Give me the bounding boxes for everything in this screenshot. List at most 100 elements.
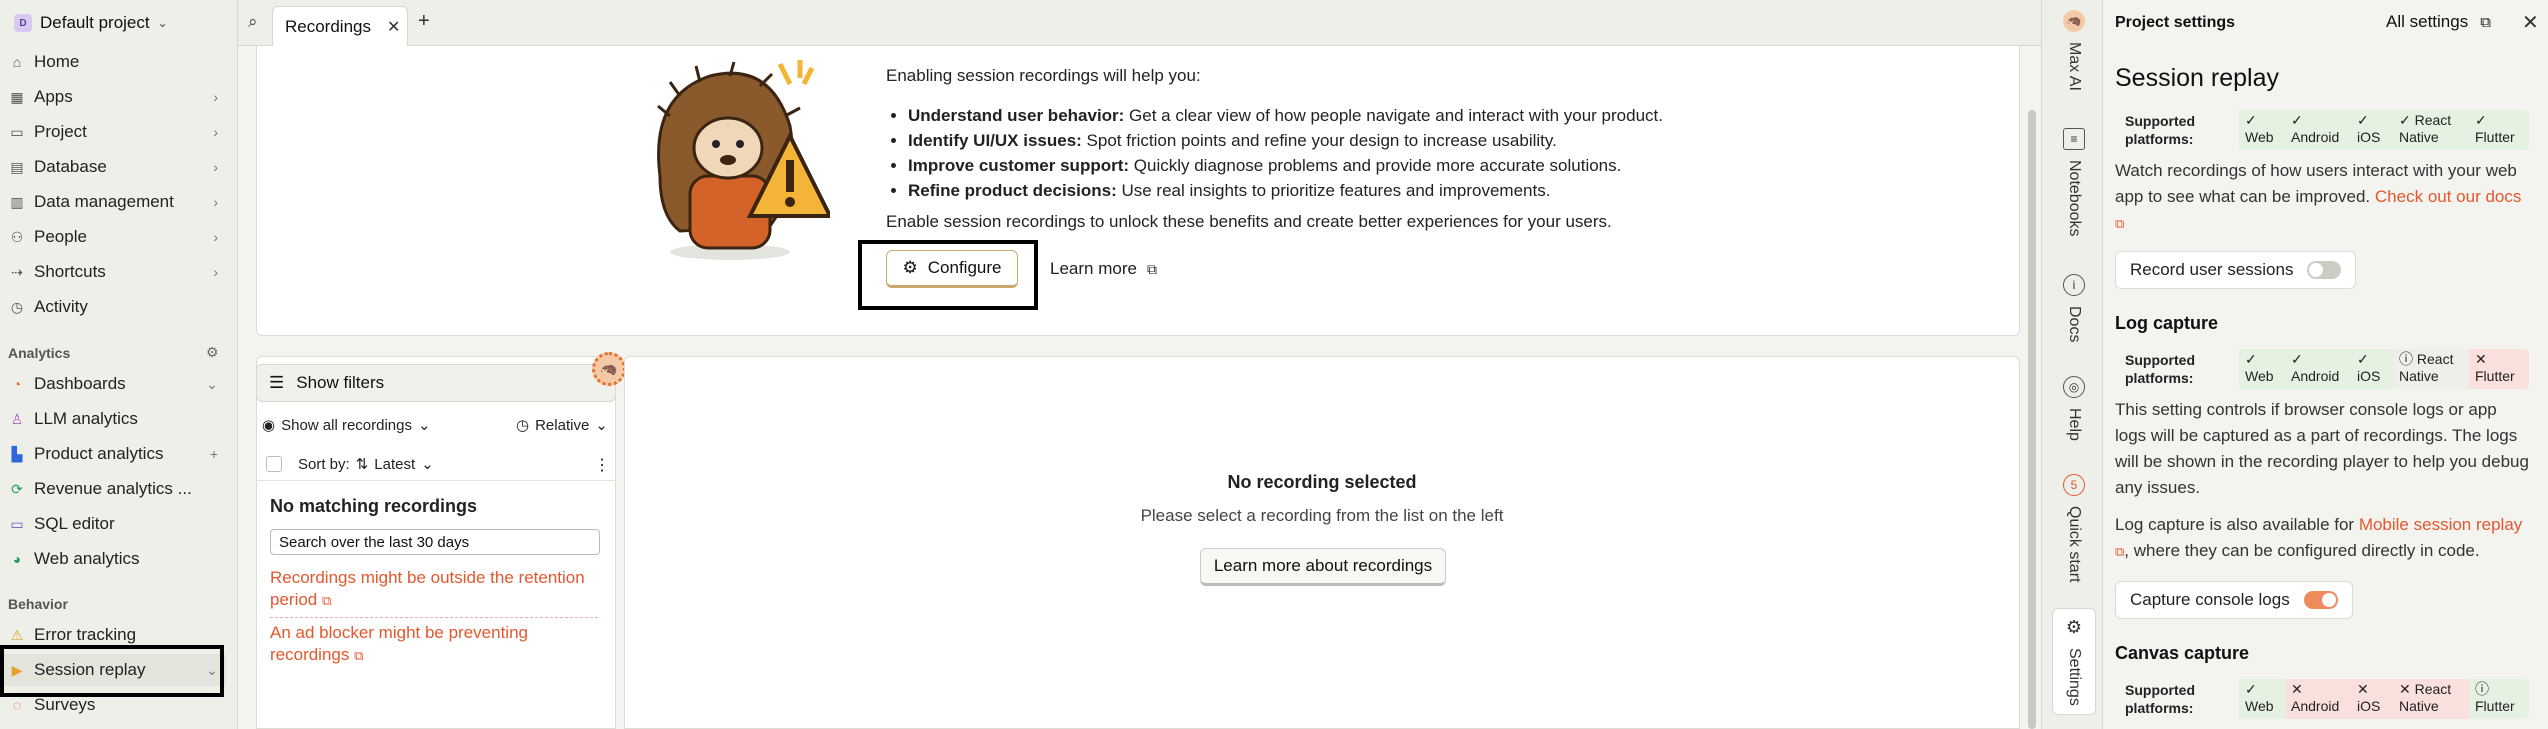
sidebar-item-project[interactable]: ▭ Project › — [0, 116, 226, 148]
recording-player-area — [624, 356, 2020, 729]
sidebar-item-sql-editor[interactable]: ▭ SQL editor — [0, 508, 226, 540]
tab-notebooks[interactable]: ≡ Notebooks — [2052, 128, 2096, 237]
replay-description: Watch recordings of how users interact w… — [2115, 161, 2522, 231]
no-recording-title: No recording selected — [1227, 472, 1417, 492]
all-settings-link[interactable]: All settings ⧉ — [2386, 12, 2491, 32]
chevron-right-icon: › — [213, 194, 218, 210]
sidebar-item-label: Product analytics — [34, 444, 164, 463]
chevron-down-icon: ⌄ — [157, 16, 168, 30]
project-switcher[interactable]: D Default project ⌄ — [8, 8, 174, 38]
log-supported-platforms: Supported platforms: ✓ Web ✓ Android ✓ i… — [2115, 349, 2529, 389]
platform-flutter: ✕ Flutter — [2469, 349, 2529, 389]
chevron-down-icon: ⌄ — [418, 417, 431, 434]
session-replay-title: Session replay — [2115, 64, 2279, 92]
platform-android: ✕ Android — [2285, 679, 2351, 719]
platform-react-native: ⓘ React Native — [2393, 349, 2469, 389]
learn-more-link[interactable]: Learn more ⧉ — [1050, 259, 1157, 279]
sort-row: Sort by: ⇅ Latest ⌄ — [266, 455, 434, 473]
warning-icon: ⚠ — [10, 626, 24, 643]
hedgehog-avatar[interactable]: 🦔 — [592, 352, 626, 386]
tab-label: Recordings — [285, 16, 371, 36]
show-all-recordings-dropdown[interactable]: ◉ Show all recordings ⌄ — [262, 416, 431, 435]
sidebar-item-home[interactable]: ⌂ Home — [0, 46, 226, 78]
tab-settings[interactable]: ⚙ Settings — [2052, 608, 2096, 715]
sidebar-item-llm-analytics[interactable]: ♙ LLM analytics — [0, 403, 226, 435]
settings-gear-icon[interactable]: ⚙ — [206, 344, 219, 361]
search-over-30-days-button[interactable]: Search over the last 30 days — [270, 529, 600, 555]
sort-icon: ⇅ — [355, 456, 369, 473]
section-label-analytics: Analytics — [8, 345, 71, 361]
web-analytics-icon: ◕ — [12, 551, 22, 567]
max-ai-avatar-icon: 🦔 — [2063, 10, 2085, 32]
sidebar-item-shortcuts[interactable]: ⇢ Shortcuts › — [0, 256, 226, 288]
chevron-down-icon: ⌄ — [206, 375, 218, 392]
learn-more-recordings-button[interactable]: Learn more about recordings — [1200, 548, 1446, 586]
select-all-checkbox[interactable] — [266, 456, 282, 472]
log-mobile-note: Log capture is also available for Mobile… — [2115, 515, 2523, 560]
platform-ios: ✓ iOS — [2351, 110, 2393, 150]
external-link-icon: ⧉ — [322, 593, 332, 608]
benefit-item: Identify UI/UX issues: Spot friction poi… — [908, 131, 1663, 156]
highlight-box-configure — [858, 240, 1038, 310]
dashboard-icon: ◔ — [12, 376, 22, 392]
tab-quick-start[interactable]: 5 Quick start — [2052, 474, 2096, 582]
gear-icon: ⚙ — [2065, 617, 2083, 637]
docs-link[interactable]: Check out our docs — [2375, 187, 2521, 206]
tab-recordings[interactable]: Recordings ✕ — [272, 6, 408, 46]
sidebar-item-database[interactable]: ▤ Database › — [0, 151, 226, 183]
sidebar-item-dashboards[interactable]: ◔ Dashboards ⌄ — [0, 368, 226, 400]
sort-dropdown[interactable]: Latest — [374, 456, 415, 473]
sidebar-item-revenue-analytics[interactable]: ⟳ Revenue analytics ... — [0, 473, 226, 505]
tab-help[interactable]: ◎ Help — [2052, 376, 2096, 441]
tab-docs[interactable]: i Docs — [2052, 274, 2096, 342]
sidebar-item-product-analytics[interactable]: ▙ Product analytics + — [0, 438, 226, 470]
sidebar-item-activity[interactable]: ◷ Activity — [0, 291, 226, 323]
close-panel-button[interactable]: ✕ — [2522, 10, 2539, 35]
chevron-down-icon: ⌄ — [421, 456, 434, 473]
survey-icon: ◌ — [12, 697, 22, 713]
canvas-supported-platforms: Supported platforms: ✓ Web ✕ Android ✕ i… — [2115, 679, 2529, 719]
sidebar-item-label: People — [34, 227, 87, 246]
close-icon[interactable]: ✕ — [387, 17, 400, 37]
show-filters-button[interactable]: ☰ Show filters — [256, 364, 616, 402]
home-icon: ⌂ — [12, 54, 22, 70]
sidebar-item-label: Data management — [34, 192, 174, 211]
chevron-right-icon: › — [213, 124, 218, 140]
log-capture-title: Log capture — [2115, 313, 2219, 333]
clock-icon: ◷ — [516, 417, 530, 434]
record-sessions-switch[interactable] — [2307, 261, 2342, 279]
benefit-item: Understand user behavior: Get a clear vi… — [908, 106, 1663, 131]
clock-icon: ◷ — [10, 298, 24, 315]
sidebar-item-label: Error tracking — [34, 625, 137, 644]
console-logs-switch[interactable] — [2303, 591, 2338, 609]
ad-blocker-warning-link[interactable]: An ad blocker might be preventing record… — [270, 622, 600, 667]
banner-footer: Enable session recordings to unlock thes… — [886, 212, 1612, 231]
sidebar-item-people[interactable]: ⚇ People › — [0, 221, 226, 253]
external-link-icon: ⧉ — [2115, 216, 2125, 231]
mobile-session-replay-link[interactable]: Mobile session replay — [2359, 515, 2522, 534]
record-user-sessions-toggle-row[interactable]: Record user sessions — [2115, 251, 2357, 289]
sidebar-item-label: LLM analytics — [34, 409, 138, 428]
sidebar-item-label: Project — [34, 122, 87, 141]
revenue-icon: ⟳ — [11, 480, 23, 497]
sidebar-item-data-management[interactable]: ▥ Data management › — [0, 186, 226, 218]
scrollbar[interactable] — [2028, 110, 2036, 729]
retention-warning-link[interactable]: Recordings might be outside the retentio… — [270, 567, 600, 612]
sidebar-item-apps[interactable]: ▦ Apps › — [0, 81, 226, 113]
tab-max-ai[interactable]: 🦔 Max AI — [2052, 10, 2096, 91]
chevron-right-icon: › — [213, 159, 218, 175]
project-name: Default project — [40, 13, 150, 32]
divider — [256, 480, 616, 481]
project-avatar: D — [14, 14, 32, 32]
benefits-list: Understand user behavior: Get a clear vi… — [908, 106, 1663, 206]
new-tab-button[interactable]: + — [418, 10, 430, 33]
canvas-capture-title: Canvas capture — [2115, 643, 2250, 663]
sidebar-item-web-analytics[interactable]: ◕ Web analytics — [0, 543, 226, 575]
platform-flutter: ✓ Flutter — [2469, 110, 2529, 150]
relative-time-dropdown[interactable]: ◷ Relative ⌄ — [516, 416, 608, 435]
more-options-icon[interactable]: ⋮ — [594, 455, 610, 475]
capture-console-logs-toggle-row[interactable]: Capture console logs — [2115, 581, 2353, 619]
search-icon[interactable]: ⌕ — [248, 12, 258, 32]
folder-icon: ▭ — [10, 123, 24, 140]
eye-icon: ◉ — [262, 417, 276, 434]
